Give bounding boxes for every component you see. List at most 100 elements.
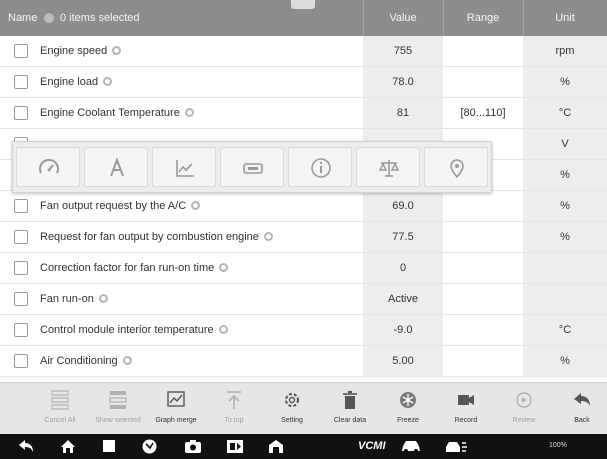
parameter-value: 755: [363, 36, 443, 66]
info-mode-button[interactable]: [288, 147, 352, 187]
recent-apps-icon[interactable]: [102, 439, 116, 453]
review-button[interactable]: Review: [498, 383, 550, 435]
parameter-unit: V: [523, 129, 607, 159]
row-checkbox[interactable]: [14, 75, 28, 89]
parameter-value: 0: [363, 253, 443, 283]
detail-icon[interactable]: [122, 356, 132, 365]
parameter-value: 81: [363, 98, 443, 128]
show-selected-button[interactable]: Show selected: [92, 383, 144, 435]
detail-icon[interactable]: [184, 108, 194, 117]
row-checkbox[interactable]: [14, 354, 28, 368]
parameter-unit: °C: [523, 315, 607, 345]
gauge-icon: [39, 158, 59, 174]
setting-label: Setting: [281, 417, 303, 424]
detail-icon[interactable]: [98, 294, 108, 303]
value-column-header: Value: [389, 12, 417, 24]
back-icon[interactable]: [18, 439, 34, 453]
parameter-name: Control module interior temperature: [40, 315, 228, 346]
graph-merge-button[interactable]: Graph merge: [150, 383, 202, 435]
table-row[interactable]: Correction factor for fan run-on time 0: [0, 253, 607, 284]
detail-icon[interactable]: [103, 77, 113, 86]
screen-recorder-icon[interactable]: [226, 439, 244, 454]
table-row[interactable]: Engine Coolant Temperature 81 [80...110]…: [0, 98, 607, 129]
row-checkbox[interactable]: [14, 199, 28, 213]
detail-icon[interactable]: [219, 263, 229, 272]
parameter-value: Active: [363, 284, 443, 314]
detail-icon[interactable]: [218, 325, 228, 334]
table-row[interactable]: Fan output request by the A/C 69.0 %: [0, 191, 607, 222]
parameter-name: Engine Coolant Temperature: [40, 98, 194, 129]
parameter-value: -9.0: [363, 315, 443, 345]
table-row[interactable]: Engine speed 755 rpm: [0, 36, 607, 67]
row-checkbox[interactable]: [14, 44, 28, 58]
graph-mode-button[interactable]: [152, 147, 216, 187]
row-checkbox[interactable]: [14, 261, 28, 275]
parameter-unit: rpm: [523, 36, 607, 66]
cancel-all-label: Cancel All: [44, 417, 76, 424]
freeze-button[interactable]: Freeze: [382, 383, 434, 435]
show-selected-icon: [109, 391, 127, 409]
parameter-name: Correction factor for fan run-on time: [40, 253, 229, 284]
freeze-label: Freeze: [397, 417, 419, 424]
selection-status: 0 items selected: [60, 12, 140, 24]
scale-icon: [378, 160, 400, 177]
show-selected-label: Show selected: [95, 417, 141, 424]
trash-icon: [343, 391, 357, 409]
graph-merge-label: Graph merge: [155, 417, 197, 424]
battery-status: 100%: [549, 442, 567, 449]
bottom-toolbar: Cancel All Show selected Graph merge To …: [0, 382, 607, 434]
setting-icon: [285, 393, 299, 407]
parameter-unit: %: [523, 222, 607, 252]
to-top-button[interactable]: To top: [208, 383, 260, 435]
snowflake-icon: [400, 392, 416, 408]
table-row[interactable]: Fan run-on Active: [0, 284, 607, 315]
sort-icon[interactable]: [44, 13, 54, 23]
scale-mode-button[interactable]: [356, 147, 420, 187]
vehicle-connection-icon[interactable]: [444, 439, 468, 454]
back-button[interactable]: Back: [556, 383, 607, 435]
location-pin-icon: [450, 159, 464, 179]
vcmi-status[interactable]: VCMI: [358, 440, 386, 452]
setting-button[interactable]: Setting: [266, 383, 318, 435]
row-checkbox[interactable]: [14, 323, 28, 337]
gauge-mode-button[interactable]: [16, 147, 80, 187]
clear-data-label: Clear data: [333, 417, 367, 424]
parameter-list[interactable]: Engine speed 755 rpm Engine load 78.0 % …: [0, 36, 607, 382]
clear-data-button[interactable]: Clear data: [324, 383, 376, 435]
cancel-all-icon: [51, 390, 69, 410]
table-row[interactable]: Engine load 78.0 %: [0, 67, 607, 98]
table-row[interactable]: Control module interior temperature -9.0…: [0, 315, 607, 346]
location-mode-button[interactable]: [424, 147, 488, 187]
detail-icon[interactable]: [112, 46, 122, 55]
parameter-range: [80...110]: [460, 107, 506, 119]
row-checkbox[interactable]: [14, 106, 28, 120]
row-checkbox[interactable]: [14, 292, 28, 306]
parameter-unit: %: [523, 160, 607, 190]
table-row[interactable]: Request for fan output by combustion eng…: [0, 222, 607, 253]
row-checkbox[interactable]: [14, 230, 28, 244]
toolbar-pull-handle[interactable]: [291, 0, 315, 9]
text-mode-button[interactable]: [84, 147, 148, 187]
digital-mode-button[interactable]: [220, 147, 284, 187]
camera-icon[interactable]: [184, 439, 202, 454]
info-icon: [311, 158, 331, 178]
parameter-unit: %: [523, 191, 607, 221]
record-button[interactable]: Record: [440, 383, 492, 435]
to-top-label: To top: [224, 417, 244, 424]
vehicle-icon[interactable]: [400, 439, 422, 454]
display-mode-toolbar: [12, 141, 492, 193]
to-top-icon: [227, 391, 241, 409]
detail-icon[interactable]: [263, 232, 273, 241]
garage-icon[interactable]: [268, 439, 284, 454]
home-icon[interactable]: [60, 439, 76, 454]
detail-icon[interactable]: [191, 201, 201, 210]
cancel-all-button[interactable]: Cancel All: [34, 383, 86, 435]
name-column-header: Name: [8, 12, 38, 24]
digital-icon: [243, 163, 263, 174]
browser-icon[interactable]: [142, 439, 157, 454]
record-icon: [458, 395, 474, 405]
parameter-name: Fan output request by the A/C: [40, 191, 201, 222]
back-label: Back: [574, 417, 590, 424]
play-circle-icon: [516, 392, 532, 408]
table-row[interactable]: Air Conditioning 5.00 %: [0, 346, 607, 377]
